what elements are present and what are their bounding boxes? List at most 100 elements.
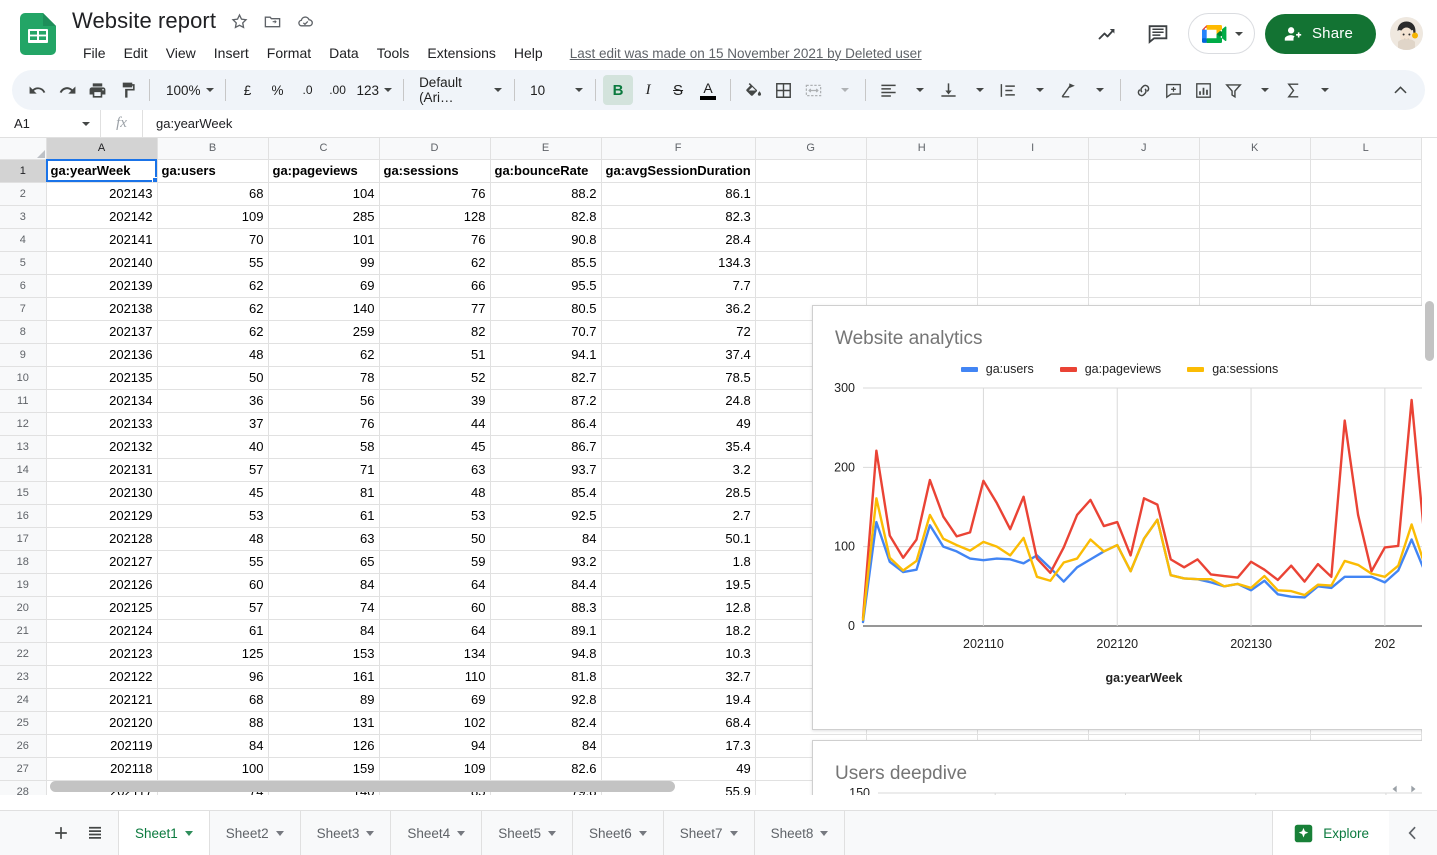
share-button[interactable]: Share	[1264, 13, 1376, 54]
sheet-tab-sheet6[interactable]: Sheet6	[573, 811, 664, 855]
bold-button[interactable]: B	[603, 75, 634, 105]
grid-cell[interactable]: 101	[267, 227, 380, 252]
explore-button[interactable]: Explore	[1272, 811, 1389, 855]
grid-cell[interactable]: 40	[156, 434, 269, 459]
grid-cell[interactable]: 109	[378, 756, 491, 781]
grid-cell[interactable]: 202124	[45, 618, 158, 643]
row-header[interactable]: 1	[0, 158, 47, 183]
grid-cell[interactable]	[754, 158, 867, 183]
column-header-i[interactable]: I	[976, 138, 1089, 160]
grid-cell[interactable]	[1198, 250, 1311, 275]
grid-cell[interactable]: 52	[378, 365, 491, 390]
row-header[interactable]: 23	[0, 664, 47, 689]
column-header-a[interactable]: A	[45, 138, 158, 160]
grid-cell[interactable]: 37.4	[600, 342, 756, 367]
grid-cell[interactable]	[1198, 158, 1311, 183]
grid-cell[interactable]: 93.7	[489, 457, 602, 482]
grid-cell[interactable]: 57	[156, 457, 269, 482]
grid-cell[interactable]: 76	[378, 181, 491, 206]
grid-cell[interactable]: 50	[156, 365, 269, 390]
grid-cell[interactable]	[1087, 250, 1200, 275]
redo-icon[interactable]	[52, 75, 82, 105]
trending-up-icon[interactable]	[1088, 14, 1128, 54]
collapse-toolbar-icon[interactable]	[1385, 75, 1415, 105]
add-sheet-icon[interactable]	[46, 818, 76, 848]
chevron-down-icon[interactable]	[366, 830, 375, 836]
grid-cell[interactable]: 82.6	[489, 756, 602, 781]
text-rotation-icon[interactable]	[1053, 75, 1083, 105]
row-header[interactable]: 6	[0, 273, 47, 298]
grid-cell[interactable]: 202133	[45, 411, 158, 436]
chevron-down-icon[interactable]	[638, 830, 647, 836]
grid-cell[interactable]: 63	[267, 526, 380, 551]
grid-cell[interactable]: 84	[267, 618, 380, 643]
grid-cell[interactable]	[1087, 181, 1200, 206]
grid-cell[interactable]: 12.8	[600, 595, 756, 620]
grid-cell[interactable]: 53	[156, 503, 269, 528]
grid-cell[interactable]: 60	[378, 595, 491, 620]
select-all-corner[interactable]	[0, 138, 47, 160]
column-header-b[interactable]: B	[156, 138, 269, 160]
create-filter-icon[interactable]	[1218, 75, 1248, 105]
chevron-down-icon[interactable]	[547, 830, 556, 836]
grid-cell[interactable]: 202129	[45, 503, 158, 528]
horizontal-align-dropdown[interactable]	[903, 75, 933, 105]
grid-cell[interactable]: 49	[600, 756, 756, 781]
grid-cell[interactable]: 57	[156, 595, 269, 620]
zoom-selector[interactable]: 100%	[157, 75, 218, 105]
row-header[interactable]: 10	[0, 365, 47, 390]
grid-cell[interactable]: 76	[378, 227, 491, 252]
grid-cell[interactable]: 65	[267, 549, 380, 574]
grid-cell[interactable]: 87.2	[489, 388, 602, 413]
grid-cell[interactable]: 126	[267, 733, 380, 758]
menu-help[interactable]: Help	[505, 42, 552, 64]
insert-comment-icon[interactable]	[1158, 75, 1188, 105]
menu-file[interactable]: File	[74, 42, 115, 64]
column-header-h[interactable]: H	[865, 138, 978, 160]
grid-cell[interactable]: 49	[600, 411, 756, 436]
star-icon[interactable]	[229, 11, 249, 31]
row-header[interactable]: 4	[0, 227, 47, 252]
grid-cell[interactable]: 10.3	[600, 641, 756, 666]
grid-cell[interactable]: 82.3	[600, 204, 756, 229]
grid-cell[interactable]: 125	[156, 641, 269, 666]
grid-cell[interactable]: 94.1	[489, 342, 602, 367]
grid-cell[interactable]: 202125	[45, 595, 158, 620]
grid-cell[interactable]: 202120	[45, 710, 158, 735]
row-header[interactable]: 15	[0, 480, 47, 505]
cloud-saved-icon[interactable]	[295, 11, 315, 31]
row-header[interactable]: 7	[0, 296, 47, 321]
grid-cell[interactable]: 202130	[45, 480, 158, 505]
chevron-down-icon[interactable]	[820, 830, 829, 836]
number-format-selector[interactable]: 123	[353, 75, 397, 105]
grid-cell[interactable]	[865, 273, 978, 298]
row-header[interactable]: 5	[0, 250, 47, 275]
row-header[interactable]: 25	[0, 710, 47, 735]
grid-cell[interactable]: 96	[156, 664, 269, 689]
row-header[interactable]: 16	[0, 503, 47, 528]
grid-cell[interactable]: 202126	[45, 572, 158, 597]
spreadsheet-grid[interactable]: A B C D E F G H I J K L 1 ga:yearWeek ga:u…	[0, 138, 1437, 795]
grid-cell[interactable]: 78	[267, 365, 380, 390]
row-header[interactable]: 22	[0, 641, 47, 666]
row-header[interactable]: 17	[0, 526, 47, 551]
grid-cell[interactable]: 95.5	[489, 273, 602, 298]
grid-cell[interactable]: 44	[378, 411, 491, 436]
grid-cell[interactable]: 7.7	[600, 273, 756, 298]
grid-cell[interactable]: 50.1	[600, 526, 756, 551]
grid-cell[interactable]: 48	[156, 342, 269, 367]
grid-cell[interactable]: 89.1	[489, 618, 602, 643]
grid-cell[interactable]: 61	[156, 618, 269, 643]
grid-cell[interactable]: 72	[600, 319, 756, 344]
grid-cell[interactable]: 19.4	[600, 687, 756, 712]
grid-cell[interactable]: 131	[267, 710, 380, 735]
all-sheets-icon[interactable]	[80, 818, 110, 848]
grid-cell[interactable]: 202136	[45, 342, 158, 367]
vertical-align-icon[interactable]	[933, 75, 963, 105]
grid-cell[interactable]: 88	[156, 710, 269, 735]
grid-cell[interactable]: 18.2	[600, 618, 756, 643]
grid-cell[interactable]	[1087, 227, 1200, 252]
grid-cell[interactable]: 84.4	[489, 572, 602, 597]
grid-cell[interactable]: ga:avgSessionDuration	[600, 158, 756, 183]
grid-cell[interactable]	[1198, 273, 1311, 298]
